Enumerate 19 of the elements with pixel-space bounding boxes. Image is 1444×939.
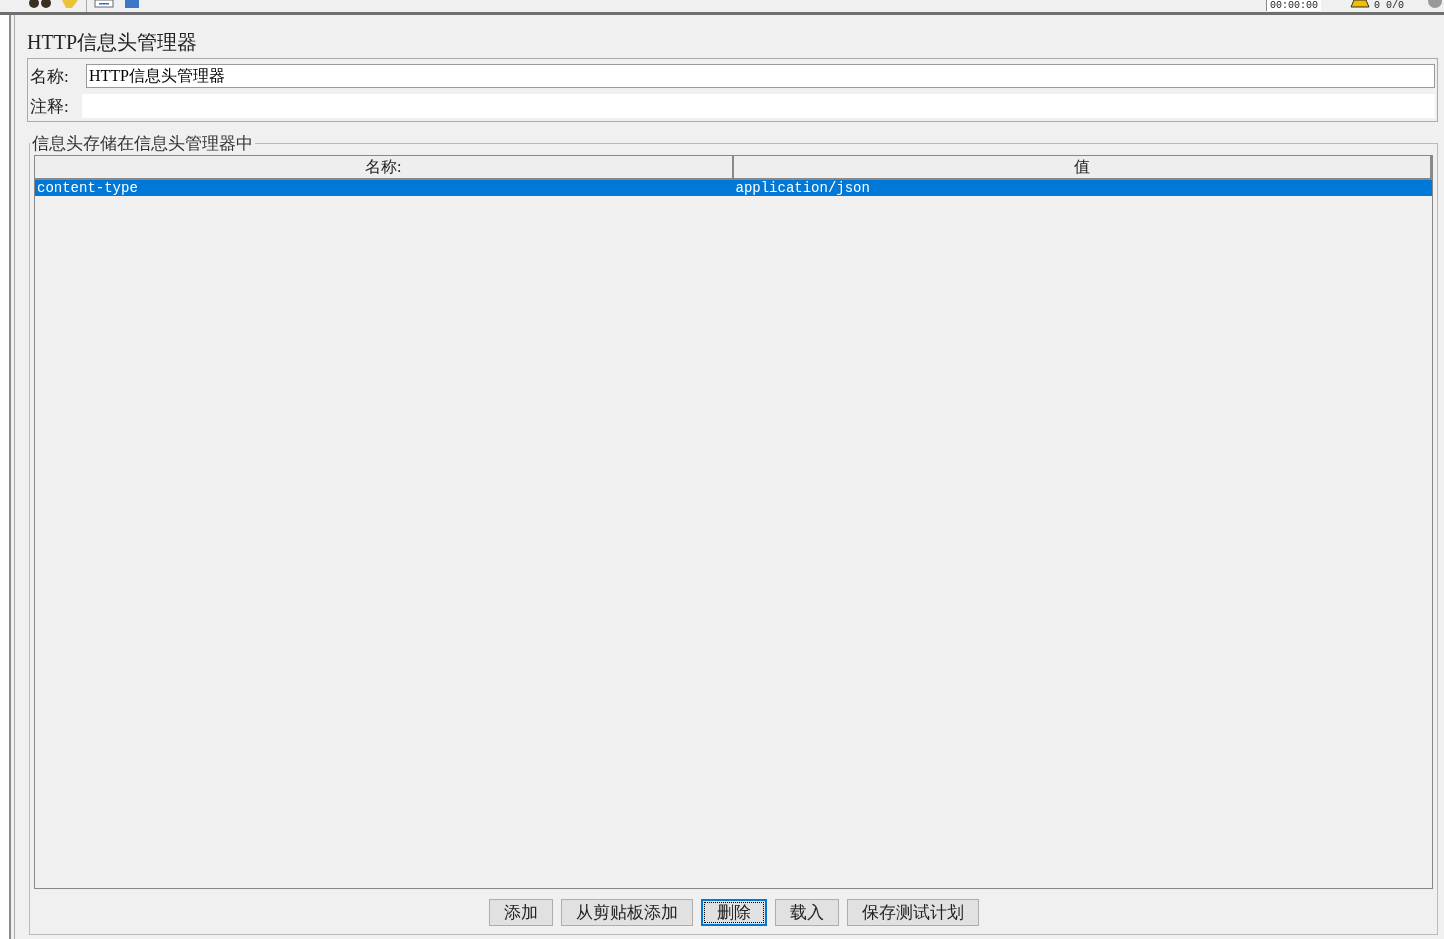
thread-counts: 0 0/0 [1374, 0, 1404, 11]
name-field[interactable]: HTTP信息头管理器 [86, 64, 1435, 88]
action-button[interactable]: 载入 [774, 899, 839, 926]
stop-icon[interactable] [1426, 0, 1444, 8]
group-legend: 信息头存储在信息头管理器中 [30, 132, 255, 155]
action-button[interactable]: 删除 [700, 899, 767, 926]
elapsed-time: 00:00:00 [1266, 0, 1321, 11]
table-cell-text: content-type [36, 180, 139, 196]
comment-label: 注释: [30, 95, 70, 118]
panel-title: HTTP信息头管理器 [27, 30, 198, 55]
warning-icon[interactable] [1350, 0, 1370, 8]
action-button[interactable]: 从剪贴板添加 [560, 899, 693, 926]
table-cell-text: application/json [734, 180, 871, 196]
action-button[interactable]: 添加 [488, 899, 553, 926]
action-button[interactable]: 保存测试计划 [846, 899, 979, 926]
list-icon[interactable] [94, 0, 114, 8]
table-row[interactable]: content-type application/json [35, 180, 1432, 196]
name-label: 名称: [30, 65, 70, 88]
binoculars-icon[interactable] [28, 0, 52, 8]
